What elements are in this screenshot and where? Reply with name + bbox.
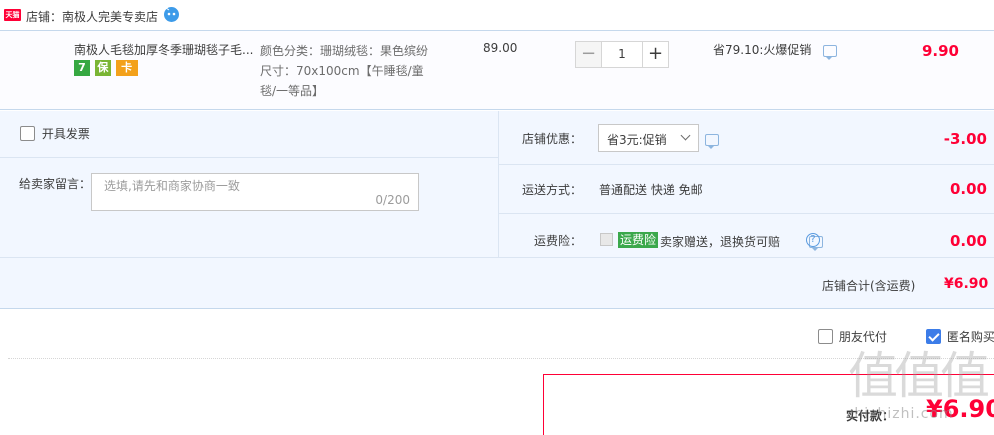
shop-promo-label: 店铺优惠： [521,132,582,146]
wangwang-chat-icon[interactable] [163,6,180,23]
service-icons: 7 保 卡 [74,60,139,76]
sku-size: 尺寸：70x100cm【午睡毯/童毯/一等品】 [260,64,424,98]
right-divider-2 [498,213,994,214]
panel-divider [498,111,499,257]
subtotal-divider [0,257,994,258]
shop-promo-comment-icon[interactable] [705,133,719,149]
friend-pay-checkbox[interactable] [818,329,833,344]
tmall-badge-icon: 天猫 [4,9,21,21]
shipping-amount: 0.00 [949,180,987,198]
shop-promo-selected: 省3元:促销 [607,133,667,147]
guarantee-icon[interactable]: 保 [94,60,111,76]
left-divider [0,157,498,158]
sku-color: 颜色分类：珊瑚绒毯：果色缤纷 [260,44,429,58]
site-watermark-url: zhizhizhi.com [846,406,954,422]
insurance-text: 卖家赠送，退换货可赔 [660,235,781,249]
invoice-label: 开具发票 [41,127,90,141]
chevron-down-icon [680,130,691,141]
seven-day-return-icon[interactable]: 7 [74,60,90,76]
seller-note-placeholder: 选填,请先和商家协商一致 [104,179,240,193]
invoice-checkbox[interactable] [20,126,35,141]
insurance-tag: 运费险 [618,232,659,248]
item-total: 9.90 [921,42,959,60]
shop-name-link[interactable]: 店铺：南极人完美专卖店 [26,8,158,25]
item-promo: 省79.10:火爆促销 [713,41,838,60]
quantity-input[interactable]: 1 [602,41,642,68]
promo-comment-icon[interactable] [823,44,838,60]
unit-price: 89.00 [483,41,518,55]
promo-text: 省79.10:火爆促销 [713,43,812,57]
item-sku: 颜色分类：珊瑚绒毯：果色缤纷 尺寸：70x100cm【午睡毯/童毯/一等品】 [260,41,430,101]
shop-promo-select[interactable]: 省3元:促销 [598,124,699,152]
shop-subtotal-label: 店铺合计(含运费) [822,279,916,293]
insurance-checkbox [600,233,613,246]
shipping-method: 普通配送 快递 免邮 [599,183,703,197]
quantity-stepper: − 1 + [575,41,669,68]
seller-note-counter: 0/200 [375,193,410,207]
section-separator [8,358,994,359]
quantity-minus-button[interactable]: − [575,41,602,68]
seller-note-input[interactable]: 选填,请先和商家协商一致 0/200 [91,173,419,211]
shipping-label: 运送方式： [521,183,582,197]
insurance-amount: 0.00 [949,232,987,250]
site-watermark: 值值值 [848,347,990,405]
seller-note-label: 给卖家留言： [19,177,92,191]
help-icon[interactable]: ? [806,233,820,247]
item-title-link[interactable]: 南极人毛毯加厚冬季珊瑚毯子毛... [74,41,256,58]
invoice-option[interactable]: 开具发票 [20,125,90,142]
insurance-label: 运费险： [533,234,582,248]
right-divider-1 [498,164,994,165]
shop-subtotal-value: ¥6.90 [944,276,989,292]
shop-promo-amount: -3.00 [943,130,987,148]
credit-card-icon[interactable]: 卡 [115,60,138,76]
quantity-plus-button[interactable]: + [642,41,669,68]
